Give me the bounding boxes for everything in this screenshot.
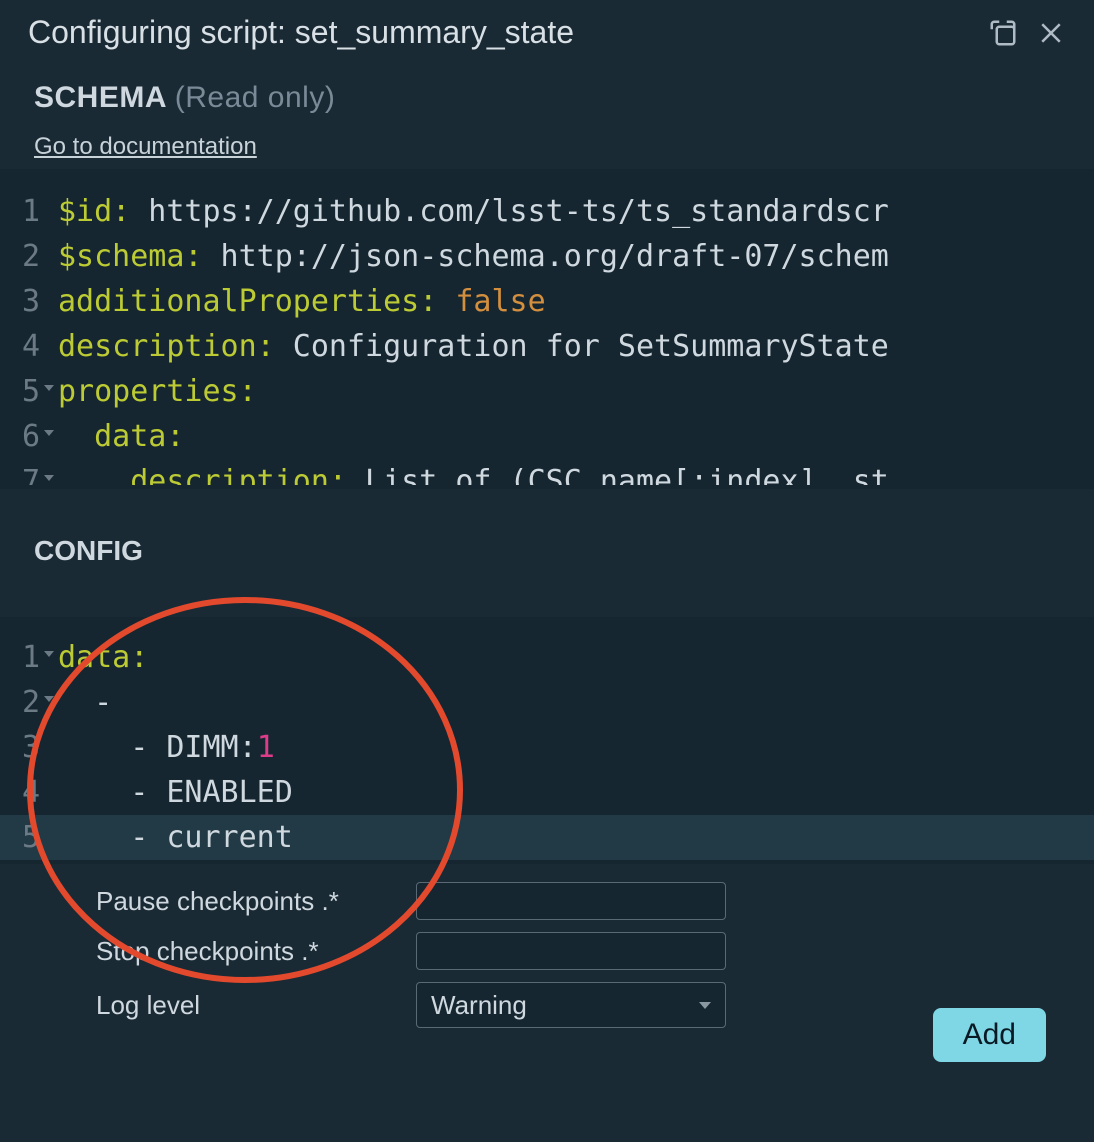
stop-checkpoints-row: Stop checkpoints .* [96, 932, 1060, 970]
line-content: - [58, 680, 112, 725]
config-form: Pause checkpoints .* Stop checkpoints .*… [0, 864, 1094, 1028]
stop-checkpoints-label: Stop checkpoints .* [96, 936, 416, 967]
config-editor: 1data:2 -3 - DIMM:14 - ENABLED5 - curren… [0, 617, 1094, 864]
code-line[interactable]: 4 - ENABLED [0, 770, 1094, 815]
line-content: - DIMM:1 [58, 725, 275, 770]
pause-checkpoints-input[interactable] [416, 882, 726, 920]
close-icon[interactable] [1036, 18, 1066, 48]
code-line[interactable]: 2 - [0, 680, 1094, 725]
line-number: 5 [0, 369, 58, 414]
stop-checkpoints-input[interactable] [416, 932, 726, 970]
line-content: data: [58, 635, 148, 680]
pause-checkpoints-label: Pause checkpoints .* [96, 886, 416, 917]
code-line[interactable]: 4description: Configuration for SetSumma… [0, 324, 1094, 369]
code-line[interactable]: 5properties: [0, 369, 1094, 414]
loglevel-row: Log level Warning [96, 982, 1060, 1028]
line-content: description: Configuration for SetSummar… [58, 324, 889, 369]
header-actions [988, 18, 1066, 48]
loglevel-select[interactable]: Warning [416, 982, 726, 1028]
line-number: 4 [0, 324, 58, 369]
code-line[interactable]: 1$id: https://github.com/lsst-ts/ts_stan… [0, 189, 1094, 234]
schema-section-header: SCHEMA (Read only) Go to documentation [0, 61, 1094, 169]
dialog-title: Configuring script: set_summary_state [28, 14, 574, 51]
loglevel-label: Log level [96, 990, 416, 1021]
line-number: 1 [0, 189, 58, 234]
line-content: $schema: http://json-schema.org/draft-07… [58, 234, 889, 279]
code-line[interactable]: 7 description: List of (CSC name[:index]… [0, 459, 1094, 485]
chevron-down-icon [699, 1002, 711, 1009]
loglevel-value: Warning [431, 990, 527, 1021]
line-content: description: List of (CSC name[:index], … [58, 459, 889, 485]
code-line[interactable]: 5 - current [0, 815, 1094, 860]
add-button[interactable]: Add [933, 1008, 1046, 1062]
line-number: 2 [0, 234, 58, 279]
line-content: properties: [58, 369, 257, 414]
line-content: - ENABLED [58, 770, 293, 815]
code-line[interactable]: 2$schema: http://json-schema.org/draft-0… [0, 234, 1094, 279]
code-line[interactable]: 3 - DIMM:1 [0, 725, 1094, 770]
config-heading: CONFIG [0, 489, 1094, 575]
line-content: - current [58, 815, 293, 860]
schema-heading: SCHEMA (Read only) [34, 81, 1060, 115]
code-line[interactable]: 6 data: [0, 414, 1094, 459]
external-window-icon[interactable] [988, 18, 1018, 48]
line-content: additionalProperties: false [58, 279, 546, 324]
line-number: 5 [0, 815, 58, 860]
dialog-header: Configuring script: set_summary_state [0, 0, 1094, 61]
line-number: 4 [0, 770, 58, 815]
documentation-link[interactable]: Go to documentation [34, 133, 257, 161]
schema-readonly-label: (Read only) [175, 81, 336, 114]
line-number: 3 [0, 279, 58, 324]
line-number: 7 [0, 459, 58, 485]
code-line[interactable]: 1data: [0, 635, 1094, 680]
schema-code[interactable]: 1$id: https://github.com/lsst-ts/ts_stan… [0, 189, 1094, 485]
line-number: 6 [0, 414, 58, 459]
code-line[interactable]: 3additionalProperties: false [0, 279, 1094, 324]
line-content: $id: https://github.com/lsst-ts/ts_stand… [58, 189, 889, 234]
line-number: 2 [0, 680, 58, 725]
line-number: 1 [0, 635, 58, 680]
line-number: 3 [0, 725, 58, 770]
config-code[interactable]: 1data:2 -3 - DIMM:14 - ENABLED5 - curren… [0, 635, 1094, 860]
schema-heading-text: SCHEMA [34, 81, 166, 114]
schema-editor: 1$id: https://github.com/lsst-ts/ts_stan… [0, 169, 1094, 489]
pause-checkpoints-row: Pause checkpoints .* [96, 882, 1060, 920]
line-content: data: [58, 414, 184, 459]
